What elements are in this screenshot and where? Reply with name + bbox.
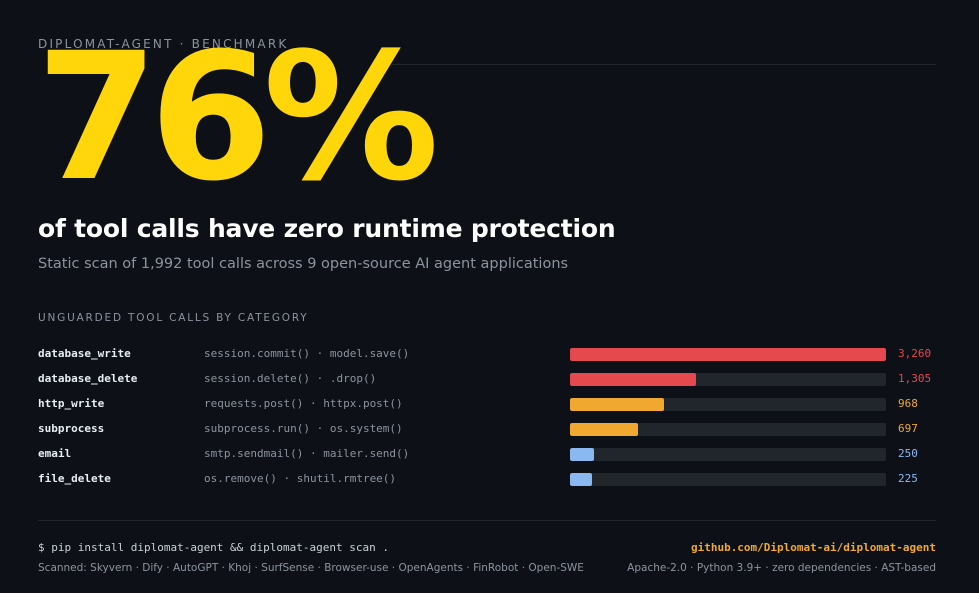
bar-fill xyxy=(570,448,594,461)
bar-track xyxy=(570,398,886,411)
bar-fill xyxy=(570,348,886,361)
bar-fill xyxy=(570,423,638,436)
category-label: file_delete xyxy=(38,472,111,485)
bar-fill xyxy=(570,373,696,386)
bar-row-email: email smtp.sendmail() · mailer.send() 250 xyxy=(0,440,979,465)
category-label: email xyxy=(38,447,72,460)
category-label: http_write xyxy=(38,397,105,410)
bar-track xyxy=(570,423,886,436)
category-examples: os.remove() · shutil.rmtree() xyxy=(204,472,397,485)
bar-row-database-delete: database_delete session.delete() · .drop(… xyxy=(0,365,979,390)
category-examples: requests.post() · httpx.post() xyxy=(204,397,403,410)
category-examples: session.commit() · model.save() xyxy=(204,347,410,360)
big-stat: 76% xyxy=(36,15,439,220)
bottom-divider xyxy=(38,520,936,521)
bar-track xyxy=(570,448,886,461)
category-examples: subprocess.run() · os.system() xyxy=(204,422,403,435)
bar-value-label: 225 xyxy=(898,472,918,485)
bar-fill xyxy=(570,473,592,486)
subheadline: Static scan of 1,992 tool calls across 9… xyxy=(38,256,569,272)
bar-value-label: 250 xyxy=(898,447,918,460)
bar-row-http-write: http_write requests.post() · httpx.post()… xyxy=(0,390,979,415)
bar-fill xyxy=(570,398,664,411)
bar-row-subprocess: subprocess subprocess.run() · os.system()… xyxy=(0,415,979,440)
bar-track xyxy=(570,373,886,386)
bar-value-label: 3,260 xyxy=(898,347,932,360)
project-meta: Apache-2.0 · Python 3.9+ · zero dependen… xyxy=(627,562,936,574)
scanned-projects: Scanned: Skyvern · Dify · AutoGPT · Khoj… xyxy=(38,562,584,574)
headline: of tool calls have zero runtime protecti… xyxy=(38,214,616,243)
category-examples: session.delete() · .drop() xyxy=(204,372,377,385)
bar-value-label: 1,305 xyxy=(898,372,932,385)
top-divider xyxy=(392,64,936,65)
bar-value-label: 968 xyxy=(898,397,918,410)
category-label: database_write xyxy=(38,347,131,360)
category-label: subprocess xyxy=(38,422,105,435)
bar-row-database-write: database_write session.commit() · model.s… xyxy=(0,340,979,365)
bar-track xyxy=(570,473,886,486)
section-label: UNGUARDED TOOL CALLS BY CATEGORY xyxy=(38,312,309,324)
bar-row-file-delete: file_delete os.remove() · shutil.rmtree()… xyxy=(0,465,979,490)
repo-link[interactable]: github.com/Diplomat-ai/diplomat-agent xyxy=(691,541,936,554)
unguarded-calls-chart: database_write session.commit() · model.s… xyxy=(0,340,979,490)
category-label: database_delete xyxy=(38,372,138,385)
install-command[interactable]: $ pip install diplomat-agent && diplomat… xyxy=(38,541,389,554)
bar-value-label: 697 xyxy=(898,422,918,435)
bar-track xyxy=(570,348,886,361)
category-examples: smtp.sendmail() · mailer.send() xyxy=(204,447,410,460)
